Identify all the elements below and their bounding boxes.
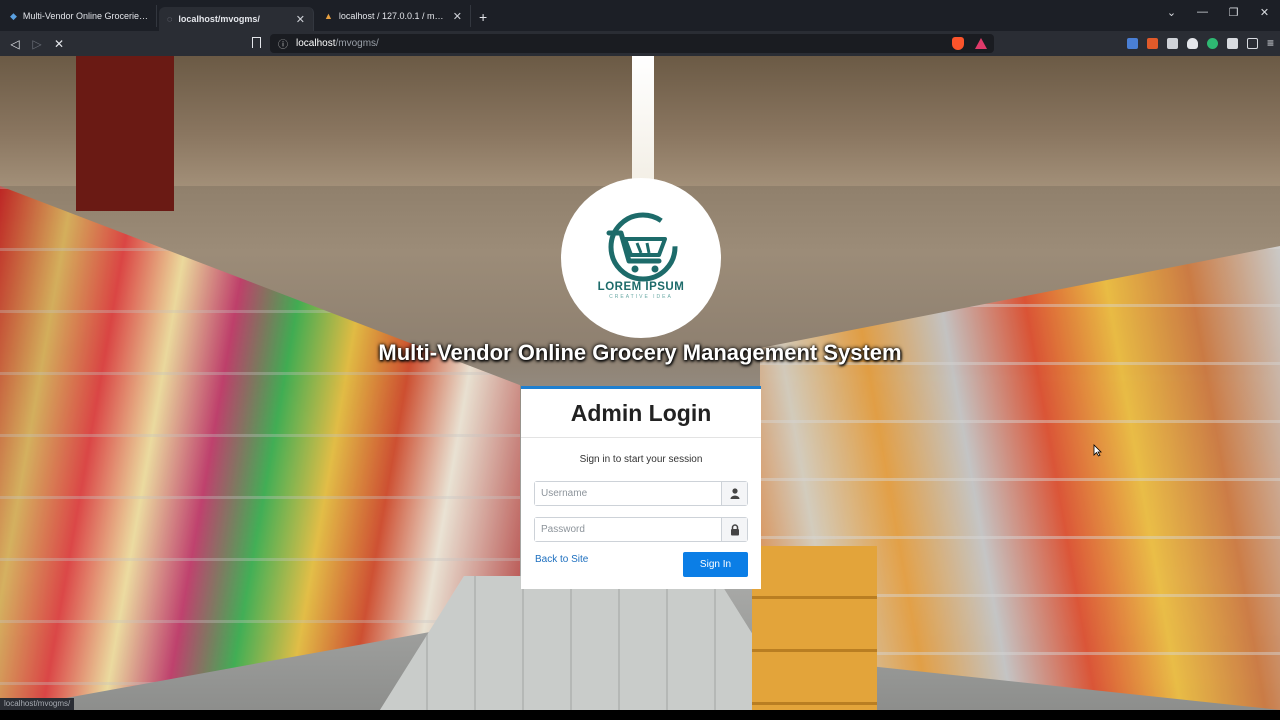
translate-icon[interactable] bbox=[1126, 37, 1138, 49]
background-boxes bbox=[752, 546, 877, 710]
brand-logo: LOREM IPSUM CREATIVE IDEA bbox=[561, 178, 721, 338]
mouse-cursor-icon bbox=[1093, 444, 1102, 457]
grammarly-icon[interactable] bbox=[1206, 37, 1218, 49]
password-input[interactable] bbox=[535, 518, 721, 541]
login-card: Admin Login Sign in to start your sessio… bbox=[521, 386, 761, 589]
phpmyadmin-icon: ▲ bbox=[324, 11, 333, 21]
close-tab-icon[interactable]: ✕ bbox=[453, 10, 462, 23]
menu-icon[interactable]: ≡ bbox=[1267, 36, 1274, 50]
restore-icon[interactable]: ❐ bbox=[1218, 6, 1249, 19]
bookmark-icon[interactable] bbox=[252, 37, 261, 48]
browser-toolbar: ◁ ▷ ✕ ⓘ localhost/mvogms/ ≡ bbox=[0, 31, 1280, 57]
tab-search-chevron-icon[interactable]: ⌄ bbox=[1156, 6, 1187, 19]
system-title: Multi-Vendor Online Grocery Management S… bbox=[378, 340, 902, 365]
tab-title: localhost/mvogms/ bbox=[178, 14, 260, 24]
tab-title: Multi-Vendor Online Groceries Manag bbox=[22, 11, 148, 21]
lock-icon bbox=[721, 518, 747, 541]
camera-icon[interactable] bbox=[1166, 37, 1178, 49]
bottom-black-bar bbox=[0, 710, 1280, 720]
extensions-puzzle-icon[interactable] bbox=[1226, 37, 1238, 49]
extension-icons: ≡ bbox=[1126, 36, 1274, 50]
back-to-site-link[interactable]: Back to Site bbox=[535, 554, 588, 565]
status-bar-url: localhost/mvogms/ bbox=[0, 698, 75, 710]
tab-phpmyadmin[interactable]: ▲ localhost / 127.0.0.1 / mvogms_db | p … bbox=[316, 5, 471, 27]
background-pillar bbox=[76, 56, 174, 211]
shield-icon[interactable] bbox=[1186, 37, 1198, 49]
brave-shields-icon[interactable] bbox=[952, 37, 964, 50]
username-group bbox=[534, 481, 748, 506]
new-tab-button[interactable]: + bbox=[479, 9, 487, 25]
background-light bbox=[632, 56, 654, 181]
loading-icon: ◌ bbox=[167, 14, 173, 24]
session-message: Sign in to start your session bbox=[579, 454, 703, 465]
address-bar[interactable]: ⓘ localhost/mvogms/ bbox=[270, 34, 994, 53]
window-controls: ⌄ — ❐ ✕ bbox=[1156, 6, 1280, 19]
browser-tab-bar: ◆ Multi-Vendor Online Groceries Manag ◌ … bbox=[0, 0, 1280, 31]
forward-icon[interactable]: ▷ bbox=[26, 37, 48, 51]
password-group bbox=[534, 517, 748, 542]
card-title: Admin Login bbox=[521, 389, 761, 438]
info-icon: ⓘ bbox=[278, 40, 288, 51]
sign-in-button[interactable]: Sign In bbox=[683, 552, 748, 577]
login-page-background: LOREM IPSUM CREATIVE IDEA Multi-Vendor O… bbox=[0, 56, 1280, 710]
url-host: localhost bbox=[296, 38, 336, 49]
minimize-icon[interactable]: — bbox=[1187, 6, 1218, 19]
username-input[interactable] bbox=[535, 482, 721, 505]
logo-text: LOREM IPSUM bbox=[597, 280, 685, 293]
logo-subtext: CREATIVE IDEA bbox=[609, 293, 673, 300]
brave-rewards-icon[interactable] bbox=[975, 38, 987, 49]
wallet-icon[interactable] bbox=[1246, 37, 1258, 49]
close-window-icon[interactable]: ✕ bbox=[1249, 6, 1280, 19]
back-icon[interactable]: ◁ bbox=[4, 37, 26, 51]
tab-localhost-mvogms[interactable]: ◌ localhost/mvogms/ ✕ bbox=[159, 7, 314, 31]
shopping-cart-logo-icon bbox=[606, 212, 678, 281]
site-favicon-icon: ◆ bbox=[10, 10, 17, 21]
brave-icons bbox=[952, 37, 987, 50]
user-icon bbox=[721, 482, 747, 505]
url-path: /mvogms/ bbox=[335, 38, 379, 49]
extension-swift-icon[interactable] bbox=[1146, 37, 1158, 49]
tab-mvogms-home[interactable]: ◆ Multi-Vendor Online Groceries Manag bbox=[2, 5, 157, 27]
stop-loading-icon[interactable]: ✕ bbox=[48, 37, 70, 51]
tab-title: localhost / 127.0.0.1 / mvogms_db | p bbox=[338, 11, 447, 21]
close-tab-icon[interactable]: ✕ bbox=[296, 13, 305, 26]
